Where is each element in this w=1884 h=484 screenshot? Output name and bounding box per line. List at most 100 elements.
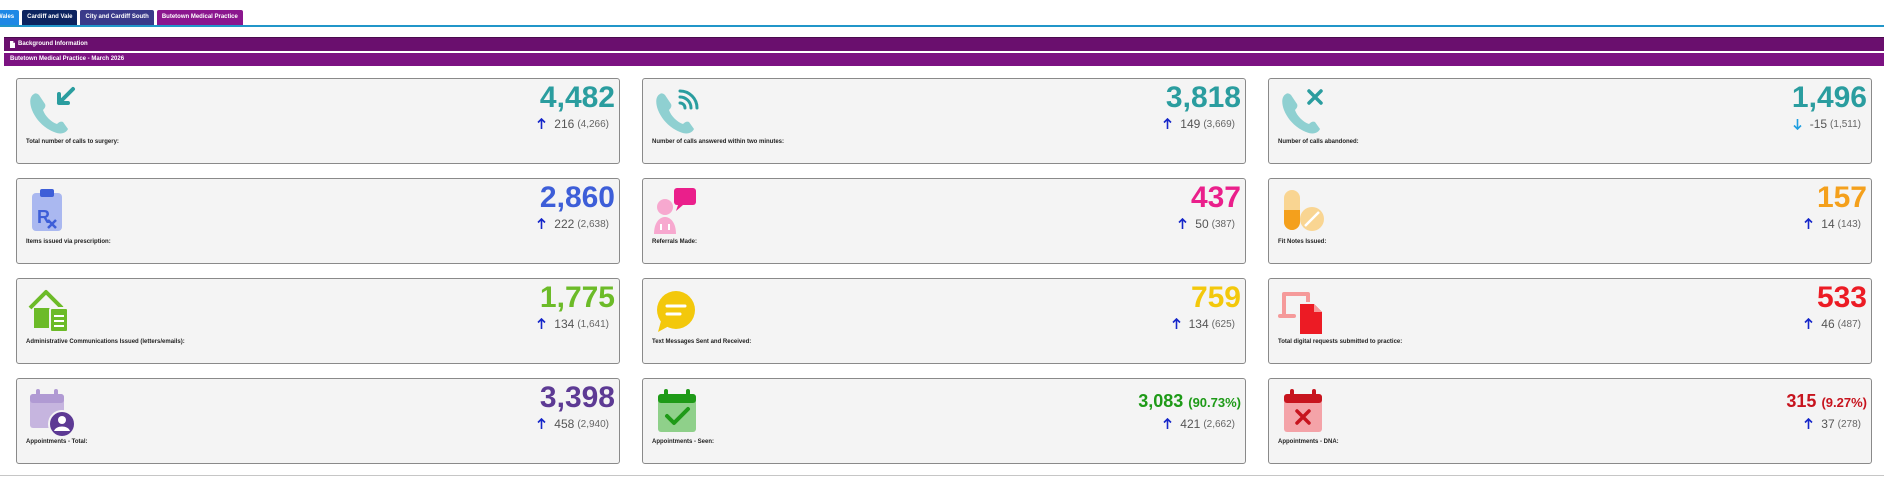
- stat-change: 50 (387): [1178, 217, 1235, 231]
- stat-card-fit-notes: 157 14 (143) Fit Notes Issued:: [1268, 178, 1872, 264]
- tab-bar: Wales Cardiff and Vale City and Cardiff …: [0, 10, 246, 26]
- stat-change: 46 (487): [1804, 317, 1861, 331]
- stat-value: 533: [1816, 281, 1867, 314]
- chat-bubble-icon: [657, 291, 695, 332]
- stat-change: 14 (143): [1804, 217, 1861, 231]
- stat-value: 3,398: [539, 381, 615, 414]
- stat-previous-value: (625): [1211, 318, 1235, 330]
- stat-percentage: (90.73%): [1188, 395, 1241, 410]
- stat-change-value: 14: [1821, 217, 1835, 231]
- stat-change-value: 149: [1180, 117, 1201, 131]
- stat-previous-value: (387): [1211, 218, 1235, 230]
- stat-label: Referrals Made:: [652, 239, 698, 245]
- stat-card-appointments-dna: 315 (9.27%) 37 (278) Appointments - DNA:: [1268, 378, 1872, 464]
- arrow-up-icon: [1804, 218, 1813, 229]
- stat-change-value: 421: [1180, 417, 1201, 431]
- stat-change: 134 (1,641): [537, 317, 609, 331]
- practice-period-label: Butetown Medical Practice - March 2026: [10, 56, 125, 62]
- stat-value: 2,860: [539, 181, 615, 214]
- phone-abandoned-icon: [1282, 89, 1323, 134]
- stat-change: 134 (625): [1172, 317, 1235, 331]
- stat-label: Appointments - Seen:: [652, 439, 715, 445]
- stat-value: 1,775: [539, 281, 615, 314]
- stat-previous-value: (143): [1837, 218, 1861, 230]
- arrow-up-icon: [1172, 318, 1181, 329]
- stat-change-value: 222: [554, 217, 575, 231]
- stat-change-value: 216: [554, 117, 575, 131]
- document-icon: [10, 41, 15, 48]
- stat-previous-value: (278): [1837, 418, 1861, 430]
- stat-change-value: -15: [1809, 117, 1828, 131]
- pills-icon: [1284, 190, 1324, 231]
- tab-underline: [0, 25, 1884, 27]
- stat-value: 3,083: [1138, 391, 1184, 411]
- stat-change: 37 (278): [1804, 417, 1861, 431]
- arrow-up-icon: [537, 418, 546, 429]
- tab-cardiff-and-vale[interactable]: Cardiff and Vale: [22, 10, 78, 25]
- stat-previous-value: (2,662): [1203, 418, 1235, 430]
- arrow-up-icon: [1178, 218, 1187, 229]
- stat-label: Text Messages Sent and Received:: [652, 339, 752, 345]
- stat-label: Number of calls answered within two minu…: [652, 139, 785, 145]
- phone-incoming-icon: [30, 87, 75, 134]
- stat-change-value: 458: [554, 417, 575, 431]
- referral-icon: [654, 188, 696, 234]
- stat-label: Total number of calls to surgery:: [26, 139, 119, 145]
- stat-value: 3,818: [1165, 81, 1241, 114]
- stat-card-total-calls: 4,482 216 (4,266) Total number of calls …: [16, 78, 620, 164]
- tab-butetown-medical-practice[interactable]: Butetown Medical Practice: [156, 10, 243, 25]
- calendar-x-icon: [1284, 389, 1322, 432]
- arrow-down-icon: [1793, 119, 1802, 130]
- arrow-up-icon: [1163, 118, 1172, 129]
- stat-card-appointments-seen: 3,083 (90.73%) 421 (2,662) Appointments …: [642, 378, 1246, 464]
- stat-value: 315: [1786, 391, 1817, 411]
- calendar-user-icon: [30, 389, 76, 438]
- arrow-up-icon: [1804, 418, 1813, 429]
- stat-value: 4,482: [539, 81, 615, 114]
- background-information-label: Background Information: [18, 41, 88, 47]
- stat-change-value: 46: [1821, 317, 1835, 331]
- stat-previous-value: (1,641): [577, 318, 609, 330]
- stat-change: 149 (3,669): [1163, 117, 1235, 131]
- arrow-up-icon: [1804, 318, 1813, 329]
- digital-request-icon: [1278, 292, 1322, 334]
- background-information-header[interactable]: Background Information: [4, 37, 1884, 51]
- stat-change-value: 50: [1195, 217, 1209, 231]
- stat-previous-value: (3,669): [1203, 118, 1235, 130]
- phone-answered-icon: [656, 89, 699, 134]
- stat-previous-value: (2,638): [577, 218, 609, 230]
- stat-percentage: (9.27%): [1821, 395, 1867, 410]
- stat-label: Total digital requests submitted to prac…: [1278, 339, 1403, 345]
- stat-card-prescriptions: R 2,860 222 (2,638) Items issued via pre…: [16, 178, 620, 264]
- calendar-check-icon: [658, 389, 696, 432]
- stat-label: Appointments - DNA:: [1278, 439, 1339, 445]
- stat-change: 458 (2,940): [537, 417, 609, 431]
- footer-divider: [0, 475, 1884, 476]
- stat-card-referrals: 437 50 (387) Referrals Made:: [642, 178, 1246, 264]
- stat-change: 222 (2,638): [537, 217, 609, 231]
- stat-label: Number of calls abandoned:: [1278, 139, 1359, 145]
- tab-wales[interactable]: Wales: [0, 10, 20, 25]
- stat-change: -15 (1,511): [1793, 117, 1861, 131]
- stat-card-appointments-total: 3,398 458 (2,940) Appointments - Total:: [16, 378, 620, 464]
- stat-label: Items issued via prescription:: [26, 239, 111, 245]
- practice-period-header: Butetown Medical Practice - March 2026: [4, 53, 1884, 66]
- stat-value: 157: [1816, 181, 1867, 214]
- stat-previous-value: (1,511): [1830, 118, 1861, 130]
- stat-change-value: 134: [1188, 317, 1209, 331]
- stat-label: Appointments - Total:: [26, 439, 88, 445]
- mail-house-icon: [28, 290, 69, 333]
- stat-card-calls-abandoned: 1,496 -15 (1,511) Number of calls abando…: [1268, 78, 1872, 164]
- stat-label: Fit Notes Issued:: [1278, 239, 1327, 245]
- stat-card-calls-answered: 3,818 149 (3,669) Number of calls answer…: [642, 78, 1246, 164]
- stat-value: 437: [1190, 181, 1241, 214]
- stat-change-value: 134: [554, 317, 575, 331]
- stat-change-value: 37: [1821, 417, 1835, 431]
- stat-previous-value: (2,940): [577, 418, 609, 430]
- stat-previous-value: (487): [1837, 318, 1861, 330]
- stat-change: 421 (2,662): [1163, 417, 1235, 431]
- arrow-up-icon: [537, 218, 546, 229]
- stat-previous-value: (4,266): [577, 118, 609, 130]
- tab-city-and-cardiff-south[interactable]: City and Cardiff South: [80, 10, 154, 25]
- arrow-up-icon: [1163, 418, 1172, 429]
